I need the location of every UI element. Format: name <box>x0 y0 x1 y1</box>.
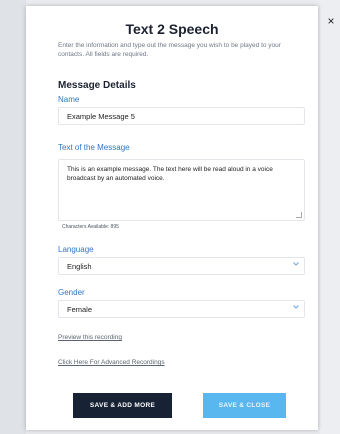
preview-recording-link[interactable]: Preview this recording <box>58 334 122 341</box>
backdrop-right <box>320 0 340 434</box>
save-add-more-button[interactable]: SAVE & ADD MORE <box>73 393 172 418</box>
language-label: Language <box>58 245 94 254</box>
modal-intro: Enter the information and type out the m… <box>58 42 281 58</box>
gender-select-value: Female <box>67 305 93 314</box>
characters-available: Characters Available: 895 <box>62 224 119 230</box>
chevron-down-icon <box>293 304 299 310</box>
name-label: Name <box>58 95 80 104</box>
language-select[interactable]: English <box>58 257 305 275</box>
backdrop-left <box>0 0 26 434</box>
message-textarea[interactable]: This is an example message. The text her… <box>58 159 305 221</box>
save-close-button[interactable]: SAVE & CLOSE <box>203 393 286 418</box>
language-select-value: English <box>67 262 92 271</box>
name-field-value: Example Message 5 <box>67 112 135 121</box>
gender-select[interactable]: Female <box>58 300 305 318</box>
message-textarea-value: This is an example message. The text her… <box>67 166 273 182</box>
text-to-speech-modal: Text 2 Speech Enter the information and … <box>26 6 318 430</box>
name-field[interactable]: Example Message 5 <box>58 107 305 125</box>
chevron-down-icon <box>293 261 299 267</box>
gender-label: Gender <box>58 288 85 297</box>
section-title: Message Details <box>58 80 136 91</box>
modal-title: Text 2 Speech <box>125 21 219 37</box>
text-label: Text of the Message <box>58 143 130 152</box>
advanced-recordings-link[interactable]: Click Here For Advanced Recordings <box>58 359 165 366</box>
close-icon[interactable]: × <box>325 14 337 28</box>
resize-handle-icon[interactable] <box>296 212 302 218</box>
